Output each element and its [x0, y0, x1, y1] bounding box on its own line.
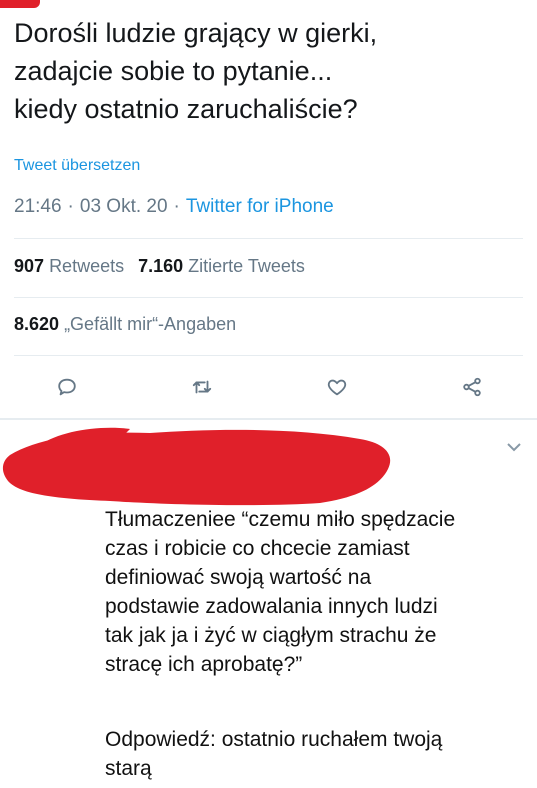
tweet-time: 21:46 — [14, 196, 62, 217]
reply-button[interactable] — [50, 370, 84, 404]
share-button[interactable] — [455, 370, 489, 404]
chevron-down-icon — [507, 443, 521, 452]
tweet-actions-bar — [0, 370, 537, 404]
heart-icon — [327, 379, 347, 396]
retweets-count: 907 — [14, 256, 45, 276]
reply-answer: Odpowiedź: ostatnio ruchałem twoją starą — [105, 725, 525, 783]
translate-tweet-link[interactable]: Tweet übersetzen — [14, 157, 140, 175]
meta-separator: · — [173, 196, 180, 217]
meta-separator: · — [67, 196, 74, 217]
divider — [14, 355, 523, 356]
tweet-text: Dorośli ludzie grający w gierki, zadajci… — [14, 18, 378, 124]
reply-icon — [58, 378, 76, 396]
redaction-mark-top — [0, 0, 40, 8]
section-divider — [0, 418, 537, 420]
tweet-source-link[interactable]: Twitter for iPhone — [186, 196, 334, 217]
retweets-stat[interactable]: 907 Retweets — [14, 256, 124, 276]
redaction-scribble — [2, 427, 391, 506]
reply-text: Tłumaczeniee “czemu miło spędzacie czas … — [105, 508, 456, 676]
stats-row: 907 Retweets 7.160 Zitierte Tweets — [14, 256, 305, 277]
retweet-button[interactable] — [185, 370, 219, 404]
quote-tweets-stat[interactable]: 7.160 Zitierte Tweets — [138, 256, 305, 276]
retweet-icon — [192, 380, 212, 394]
retweets-label: Retweets — [49, 256, 125, 276]
likes-stat[interactable]: 8.620 „Gefällt mir“-Angaben — [14, 314, 236, 335]
quotes-count: 7.160 — [138, 256, 184, 276]
tweet-metadata: 21:46 · 03 Okt. 20 · Twitter for iPhone — [14, 196, 334, 218]
likes-count: 8.620 — [14, 314, 60, 334]
reply-answer-line: Odpowiedź: ostatnio ruchałem twoją — [105, 728, 443, 751]
divider — [14, 297, 523, 298]
tweet-date[interactable]: 03 Okt. 20 — [80, 196, 168, 217]
like-button[interactable] — [320, 370, 354, 404]
reply-answer-line: starą — [105, 757, 152, 780]
quotes-label: Zitierte Tweets — [188, 256, 305, 276]
likes-label: „Gefällt mir“-Angaben — [64, 314, 237, 334]
share-icon — [463, 377, 481, 397]
divider — [14, 238, 523, 239]
tweet-options-chevron[interactable] — [505, 440, 523, 454]
